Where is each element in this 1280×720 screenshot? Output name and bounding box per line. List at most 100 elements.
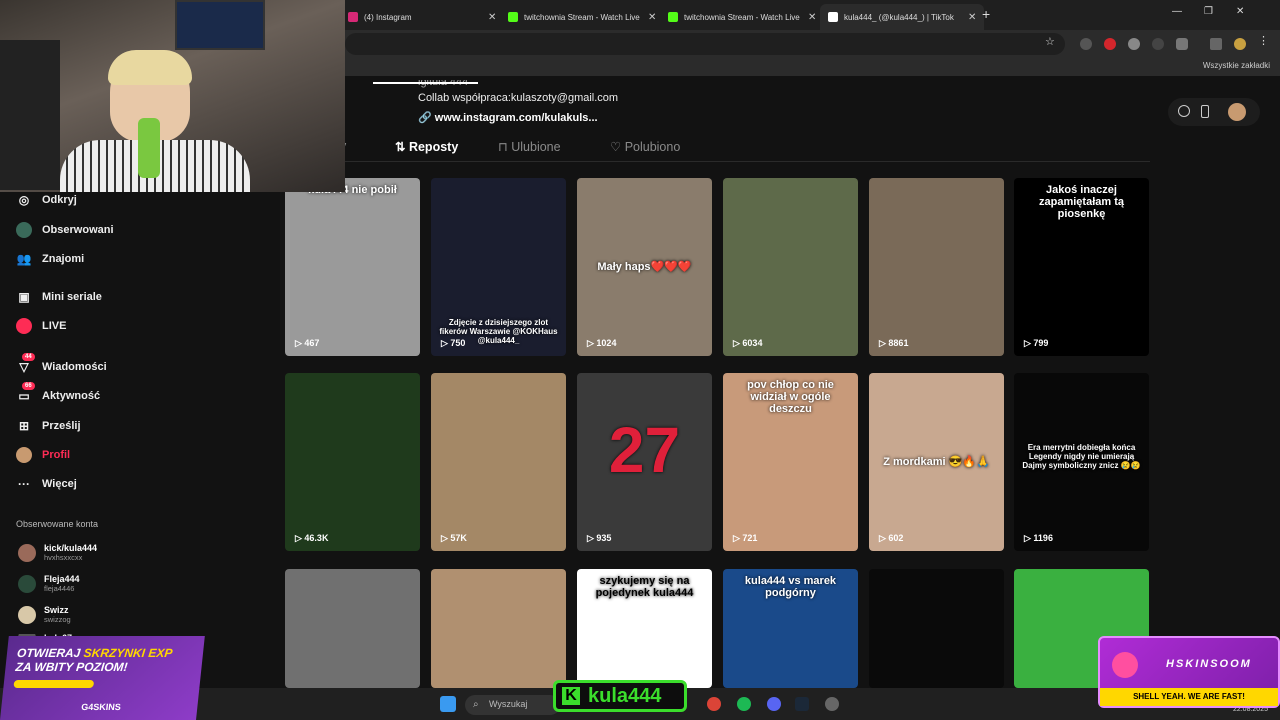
video-caption: Z mordkami 😎🔥🙏 bbox=[883, 456, 990, 468]
app-icon[interactable] bbox=[825, 697, 839, 711]
followed-account[interactable]: Fleja444 fleja4446 bbox=[18, 574, 80, 593]
view-count: ▷ 8861 bbox=[879, 338, 908, 349]
play-icon: ▷ bbox=[441, 533, 451, 543]
sidebar-item-messages[interactable]: ▽ 44 Wiadomości bbox=[16, 353, 107, 377]
sidebar-item-friends[interactable]: 👥 Znajomi bbox=[16, 249, 85, 269]
video-thumbnail[interactable]: ▷ 8861 bbox=[869, 178, 1004, 356]
sidebar-item-live[interactable]: LIVE bbox=[16, 316, 66, 336]
sidebar-item-upload[interactable]: ⊞ Prześlij bbox=[16, 416, 81, 436]
windows-start-icon[interactable] bbox=[440, 696, 456, 712]
sidebar-item-discover[interactable]: ◎ Odkryj bbox=[16, 190, 77, 210]
extension-icon[interactable] bbox=[1080, 38, 1092, 50]
video-thumbnail[interactable]: Z mordkami 😎🔥🙏 ▷ 602 bbox=[869, 373, 1004, 551]
view-count-value: 799 bbox=[1033, 338, 1049, 348]
sidebar-item-activity[interactable]: ▭ 66 Aktywność bbox=[16, 382, 101, 406]
video-thumbnail[interactable]: Mały haps❤️❤️❤️ ▷ 1024 bbox=[577, 178, 712, 356]
webcam-hair bbox=[108, 50, 192, 85]
account-name: Fleja444 bbox=[44, 574, 80, 584]
promo-slogan: SHELL YEAH. WE ARE FAST! bbox=[1100, 688, 1278, 706]
sidebar-item-following[interactable]: Obserwowani bbox=[16, 220, 114, 240]
tab-liked[interactable]: ♡ Polubiono bbox=[610, 139, 680, 154]
view-count: ▷ 602 bbox=[879, 533, 903, 544]
sidebar-item-label: Więcej bbox=[42, 478, 77, 490]
browser-tab[interactable]: (4) Instagram ✕ bbox=[340, 4, 504, 30]
avatar[interactable] bbox=[1234, 38, 1246, 50]
taskbar-search[interactable]: ⌕ Wyszukaj bbox=[465, 695, 560, 715]
avatar[interactable] bbox=[1228, 103, 1246, 121]
video-thumbnail[interactable]: Zdjęcie z dzisiejszego zlot fikerów Wars… bbox=[431, 178, 566, 356]
spotify-icon[interactable] bbox=[737, 697, 751, 711]
video-thumbnail[interactable]: ▷ 46.3K bbox=[285, 373, 420, 551]
sidebar-item-profile[interactable]: Profil bbox=[16, 445, 70, 465]
video-thumbnail[interactable]: Jakoś inaczej zapamiętałam tą piosenkę ▷ … bbox=[1014, 178, 1149, 356]
play-icon: ▷ bbox=[1024, 338, 1034, 348]
close-icon[interactable]: ✕ bbox=[488, 12, 496, 23]
notification-badge: 44 bbox=[22, 353, 35, 361]
video-thumbnail[interactable]: ▷ 57K bbox=[431, 373, 566, 551]
browser-tab[interactable]: twitchownia Stream - Watch Live ✕ bbox=[660, 4, 824, 30]
reading-list-icon[interactable] bbox=[1210, 38, 1222, 50]
steam-icon[interactable] bbox=[795, 697, 809, 711]
tab-favorites[interactable]: ⊓ Ulubione bbox=[498, 139, 561, 154]
video-thumbnail[interactable]: Era merrytni dobiegła końca Legendy nigd… bbox=[1014, 373, 1149, 551]
star-icon[interactable]: ☆ bbox=[1045, 35, 1057, 48]
sidebar-item-label: Mini seriale bbox=[42, 291, 102, 303]
compass-icon[interactable] bbox=[1178, 105, 1190, 117]
video-caption: szykujemy się na pojedynek kula444 bbox=[595, 575, 694, 599]
promo-line: ZA WBITY POZIOM! bbox=[14, 660, 129, 674]
promo-line: OTWIERAJ bbox=[16, 646, 82, 660]
tiktok-icon bbox=[828, 12, 838, 22]
new-tab-button[interactable]: + bbox=[982, 6, 990, 22]
sidebar-item-label: Aktywność bbox=[42, 390, 101, 402]
avatar bbox=[18, 543, 36, 562]
close-window-icon[interactable]: ✕ bbox=[1236, 6, 1244, 17]
browser-tab-active[interactable]: kula444_ (@kula444_) | TikTok ✕ bbox=[820, 4, 985, 30]
browser-tab[interactable]: twitchownia Stream - Watch Live ✕ bbox=[500, 4, 664, 30]
streamer-name: kula444 bbox=[588, 684, 662, 707]
sidebar-item-label: Obserwowani bbox=[42, 224, 114, 236]
chrome-icon[interactable] bbox=[707, 697, 721, 711]
profile-link[interactable]: www.instagram.com/kulakuls... bbox=[435, 112, 598, 124]
followed-account[interactable]: kick/kula444 hvxhsxxcxx bbox=[18, 543, 97, 562]
menu-icon[interactable]: ⋮ bbox=[1258, 34, 1270, 47]
video-thumbnail[interactable]: szykujemy się na pojedynek kula444 bbox=[577, 569, 712, 688]
extension-icon[interactable] bbox=[1152, 38, 1164, 50]
webcam-chair bbox=[0, 40, 60, 190]
sidebar-item-series[interactable]: ▣ Mini seriale bbox=[16, 287, 102, 307]
close-icon[interactable]: ✕ bbox=[808, 12, 816, 23]
close-icon[interactable]: ✕ bbox=[648, 12, 656, 23]
all-bookmarks-button[interactable]: Wszystkie zakładki bbox=[1203, 61, 1270, 70]
video-thumbnail[interactable]: ▷ 6034 bbox=[723, 178, 858, 356]
address-bar[interactable] bbox=[345, 33, 1065, 55]
play-icon: ▷ bbox=[879, 533, 889, 543]
phone-icon[interactable] bbox=[1201, 105, 1209, 118]
close-icon[interactable]: ✕ bbox=[968, 12, 976, 23]
video-thumbnail[interactable] bbox=[869, 569, 1004, 688]
video-thumbnail[interactable]: kula444 vs marek podgórny bbox=[723, 569, 858, 688]
account-name: kick/kula444 bbox=[44, 543, 98, 553]
video-thumbnail[interactable]: pov chłop co nie widział w ogóle deszczu… bbox=[723, 373, 858, 551]
compass-icon: ◎ bbox=[18, 193, 30, 207]
promo-accent: SKRZYNKI EXP bbox=[82, 646, 174, 660]
view-count-value: 935 bbox=[596, 533, 612, 543]
puzzle-icon[interactable] bbox=[1176, 38, 1188, 50]
extension-icon[interactable] bbox=[1104, 38, 1116, 50]
discord-icon[interactable] bbox=[767, 697, 781, 711]
sidebar-item-more[interactable]: ··· Więcej bbox=[16, 474, 77, 494]
followed-account[interactable]: Swizz swizzog bbox=[18, 605, 71, 624]
active-tab-underline bbox=[373, 82, 478, 84]
video-thumbnail[interactable] bbox=[431, 569, 566, 688]
kick-icon: K bbox=[562, 687, 580, 705]
play-icon: ▷ bbox=[879, 338, 889, 348]
play-icon: ▷ bbox=[733, 338, 743, 348]
tab-reposts[interactable]: ⇅ Reposty bbox=[395, 139, 458, 154]
minimize-icon[interactable]: — bbox=[1172, 6, 1182, 17]
view-count-value: 6034 bbox=[742, 338, 763, 348]
video-thumbnail[interactable]: 27 ▷ 935 bbox=[577, 373, 712, 551]
shield-icon[interactable] bbox=[1128, 38, 1140, 50]
restore-icon[interactable]: ❐ bbox=[1204, 6, 1213, 17]
video-thumbnail[interactable]: kula444 nie pobił ▷ 467 bbox=[285, 178, 420, 356]
play-icon: ▷ bbox=[587, 338, 597, 348]
video-thumbnail[interactable] bbox=[285, 569, 420, 688]
promo-banner-right: HSKINSOOM SHELL YEAH. WE ARE FAST! bbox=[1098, 636, 1280, 708]
